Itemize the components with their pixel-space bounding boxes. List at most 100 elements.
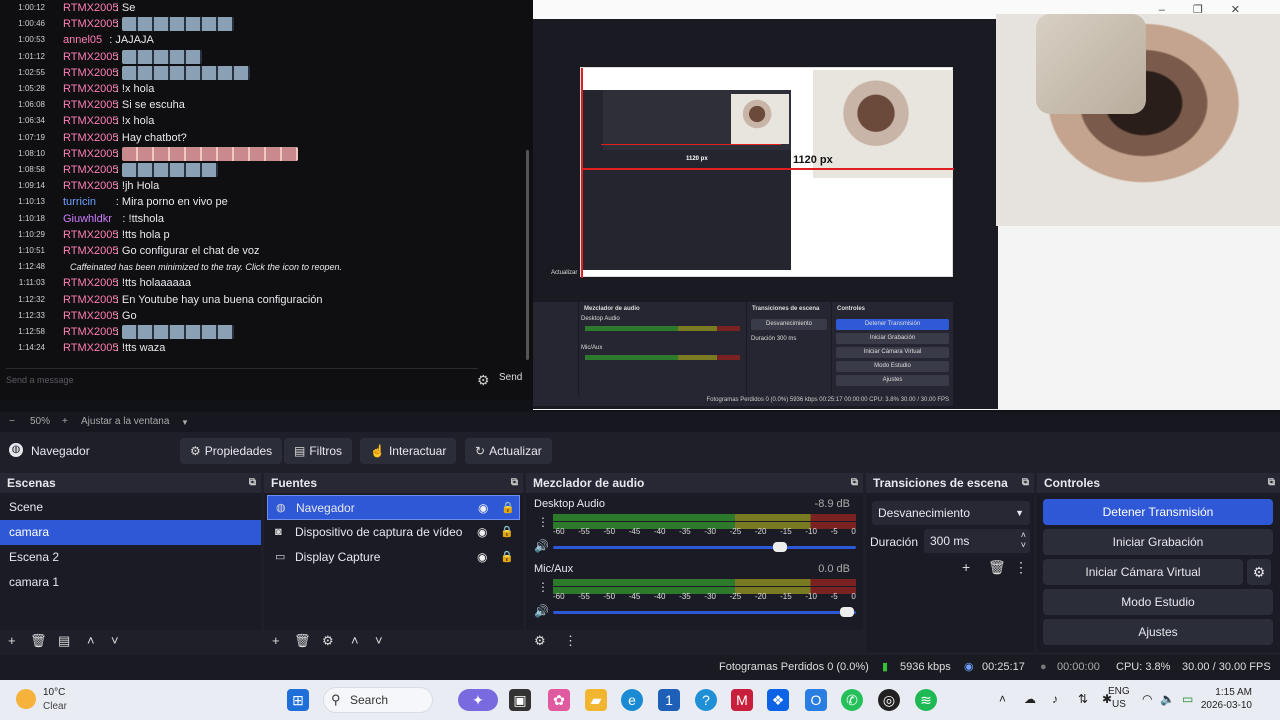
trash-icon[interactable]: 🗑: [30, 633, 47, 649]
chat-scrollbar[interactable]: [526, 150, 529, 360]
chat-input[interactable]: Send a message: [6, 368, 478, 390]
spin-arrows-icon[interactable]: ˄ ˅: [1021, 530, 1026, 550]
filters-button[interactable]: ▤ Filtros: [284, 438, 353, 464]
dropbox-icon[interactable]: ❖: [767, 689, 789, 711]
spotify-icon[interactable]: ≋: [915, 689, 937, 711]
source-item[interactable]: ▭ Display Capture ◉ 🔒: [267, 545, 520, 570]
chat-username[interactable]: RTMX2005: [63, 81, 118, 97]
chat-settings-icon[interactable]: ⚙: [477, 372, 490, 389]
chat-username[interactable]: RTMX2005: [63, 146, 118, 162]
gear-icon[interactable]: ⚙: [322, 633, 334, 649]
eye-icon[interactable]: ◉: [478, 496, 488, 521]
start-virtual-cam-button[interactable]: Iniciar Cámara Virtual: [1043, 559, 1243, 585]
undock-icon[interactable]: ⧉: [1022, 473, 1029, 493]
speaker-icon[interactable]: 🔊: [534, 539, 549, 553]
weather-condition[interactable]: Clear: [43, 701, 67, 712]
chat-username[interactable]: RTMX2005: [63, 178, 118, 194]
task-view-icon[interactable]: ▣: [509, 689, 531, 711]
volume-icon[interactable]: 🔈: [1160, 692, 1175, 706]
zoom-in-button[interactable]: +: [62, 416, 68, 427]
desktop-volume-slider[interactable]: [553, 542, 856, 552]
chat-username[interactable]: RTMX2005: [63, 49, 118, 65]
mic-volume-slider[interactable]: [553, 607, 856, 617]
chat-username[interactable]: RTMX2005: [63, 16, 118, 32]
chat-username[interactable]: RTMX2005: [63, 162, 118, 178]
chat-username[interactable]: RTMX2005: [63, 340, 118, 356]
source-item[interactable]: ◍ Navegador ◉ 🔒: [267, 495, 520, 520]
undock-icon[interactable]: ⧉: [511, 473, 518, 493]
start-recording-button[interactable]: Iniciar Grabación: [1043, 529, 1273, 555]
chat-username[interactable]: RTMX2005: [63, 0, 118, 16]
duration-spinbox[interactable]: 300 ms ˄ ˅: [924, 529, 1030, 553]
mic-volume-knob[interactable]: [839, 607, 854, 617]
interact-button[interactable]: ☝ Interactuar: [360, 438, 457, 464]
chat-username[interactable]: turricin: [63, 194, 96, 210]
language[interactable]: ENG: [1108, 686, 1130, 697]
speaker-icon[interactable]: 🔊: [534, 604, 549, 618]
move-up-icon[interactable]: ˄: [87, 633, 95, 648]
source-item[interactable]: ◙ Dispositivo de captura de vídeo ◉ 🔒: [267, 520, 520, 545]
zoom-fit-select[interactable]: Ajustar a la ventana: [81, 416, 169, 427]
lock-icon[interactable]: 🔒: [501, 496, 515, 521]
chat-username[interactable]: Giuwhldkr: [63, 211, 112, 227]
lock-icon[interactable]: 🔒: [500, 520, 514, 545]
mic-icon[interactable]: ♪: [1052, 692, 1058, 706]
move-down-icon[interactable]: ˅: [375, 633, 383, 648]
add-icon[interactable]: +: [272, 633, 280, 648]
chat-username[interactable]: annel05: [63, 32, 102, 48]
trash-icon[interactable]: 🗑: [988, 559, 1006, 576]
move-down-icon[interactable]: ˅: [111, 633, 119, 648]
undock-icon[interactable]: ⧉: [851, 473, 858, 493]
cloud-icon[interactable]: ☁: [1024, 692, 1036, 706]
properties-button[interactable]: ⚙ Propiedades: [180, 438, 283, 464]
temperature[interactable]: 10°C: [43, 687, 65, 698]
chat-username[interactable]: RTMX2005: [63, 324, 118, 340]
windows-start-icon[interactable]: ⊞: [287, 689, 309, 711]
zoom-out-button[interactable]: −: [9, 416, 15, 427]
wifi-icon[interactable]: ◠: [1142, 692, 1152, 706]
moon-weather-icon[interactable]: [16, 689, 36, 709]
eye-icon[interactable]: ◉: [477, 545, 487, 570]
battery-icon[interactable]: ▭: [1182, 692, 1193, 706]
store-icon[interactable]: 1: [658, 689, 680, 711]
chat-username[interactable]: RTMX2005: [63, 113, 118, 129]
gear-icon[interactable]: ⚙: [534, 633, 546, 649]
scene-item[interactable]: Scene: [0, 495, 261, 520]
chat-username[interactable]: RTMX2005: [63, 65, 118, 81]
language-region[interactable]: US: [1112, 699, 1126, 710]
settings-button[interactable]: Ajustes: [1043, 619, 1273, 645]
trash-icon[interactable]: 🗑: [294, 633, 311, 649]
mcafee-icon[interactable]: M: [731, 689, 753, 711]
scene-item[interactable]: Escena 2: [0, 545, 261, 570]
chat-username[interactable]: RTMX2005: [63, 308, 118, 324]
scene-item[interactable]: camara 1: [0, 570, 261, 595]
desktop-kebab-icon[interactable]: ⋮: [537, 515, 549, 529]
undock-icon[interactable]: ⧉: [249, 473, 256, 493]
taskbar-search[interactable]: ⚲ Search: [323, 687, 433, 713]
transition-select[interactable]: Desvanecimiento ▼: [872, 501, 1030, 525]
taskbar-clock[interactable]: 1:15 AM 2026-03-10: [1201, 686, 1252, 712]
outlook-icon[interactable]: O: [805, 689, 827, 711]
chat-username[interactable]: RTMX2005: [63, 292, 118, 308]
lock-icon[interactable]: 🔒: [500, 545, 514, 570]
kebab-icon[interactable]: ⋮: [564, 633, 577, 649]
gear-icon[interactable]: ⚙: [1247, 559, 1271, 585]
chat-username[interactable]: RTMX2005: [63, 130, 118, 146]
stop-stream-button[interactable]: Detener Transmisión: [1043, 499, 1273, 525]
studio-mode-button[interactable]: Modo Estudio: [1043, 589, 1273, 615]
network-share-icon[interactable]: ⇅: [1078, 692, 1088, 706]
chevron-down-icon[interactable]: ▼: [181, 418, 189, 427]
chat-username[interactable]: RTMX2005: [63, 275, 118, 291]
chevron-up-icon[interactable]: ˄: [999, 692, 1006, 706]
edge-icon[interactable]: e: [621, 689, 643, 711]
help-icon[interactable]: ?: [695, 689, 717, 711]
chat-username[interactable]: RTMX2005: [63, 227, 118, 243]
widget-icon[interactable]: ✦: [458, 689, 498, 711]
undock-icon[interactable]: ⧉: [1268, 473, 1275, 493]
add-icon[interactable]: +: [8, 633, 16, 648]
eye-icon[interactable]: ◉: [477, 520, 487, 545]
file-explorer-icon[interactable]: ▰: [585, 689, 607, 711]
chat-username[interactable]: RTMX2005: [63, 97, 118, 113]
add-icon[interactable]: +: [962, 559, 970, 575]
move-up-icon[interactable]: ˄: [351, 633, 359, 648]
